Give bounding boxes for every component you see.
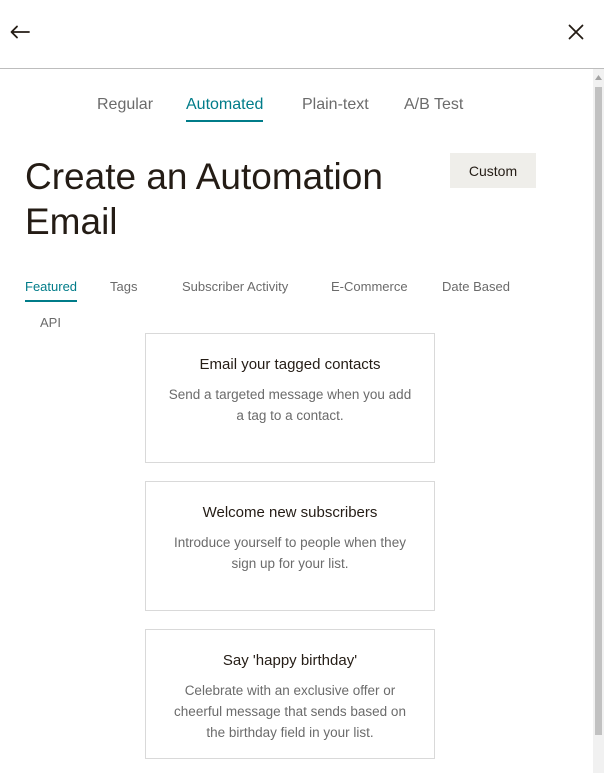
tab-automated[interactable]: Automated <box>186 96 264 122</box>
card-title: Welcome new subscribers <box>202 504 378 521</box>
arrow-left-icon <box>10 25 30 39</box>
automation-card-tagged-contacts[interactable]: Email your tagged contacts Send a target… <box>145 333 435 463</box>
automation-card-happy-birthday[interactable]: Say 'happy birthday' Celebrate with an e… <box>145 629 435 759</box>
vertical-scrollbar[interactable] <box>593 69 604 773</box>
category-tab-e-commerce[interactable]: E-Commerce <box>331 279 408 300</box>
card-description: Send a targeted message when you add a t… <box>168 387 412 423</box>
back-button[interactable] <box>8 20 32 44</box>
category-tab-subscriber-activity[interactable]: Subscriber Activity <box>182 279 288 300</box>
close-icon <box>568 24 584 40</box>
category-tab-tags[interactable]: Tags <box>110 279 137 300</box>
category-tab-date-based[interactable]: Date Based <box>442 279 510 300</box>
category-tab-api[interactable]: API <box>40 315 61 336</box>
tab-regular[interactable]: Regular <box>97 96 153 120</box>
page-title: Create an Automation Email <box>25 156 383 242</box>
category-tab-featured[interactable]: Featured <box>25 279 78 302</box>
card-title: Email your tagged contacts <box>199 356 381 373</box>
scrollbar-thumb[interactable] <box>595 87 602 735</box>
card-description: Celebrate with an exclusive offer or che… <box>174 683 406 740</box>
close-button[interactable] <box>564 20 588 44</box>
automation-card-welcome-subscribers[interactable]: Welcome new subscribers Introduce yourse… <box>145 481 435 611</box>
email-type-tabs: Regular Automated Plain-text A/B Test <box>0 96 593 126</box>
custom-button[interactable]: Custom <box>450 153 536 188</box>
tab-ab-test[interactable]: A/B Test <box>404 96 463 120</box>
card-title: Say 'happy birthday' <box>222 652 358 669</box>
scroll-up-arrow-icon[interactable] <box>593 71 604 83</box>
dialog-header <box>0 0 604 69</box>
card-description: Introduce yourself to people when they s… <box>174 535 406 571</box>
automation-email-dialog: Regular Automated Plain-text A/B Test Cr… <box>0 0 604 773</box>
tab-plain-text[interactable]: Plain-text <box>302 96 369 120</box>
